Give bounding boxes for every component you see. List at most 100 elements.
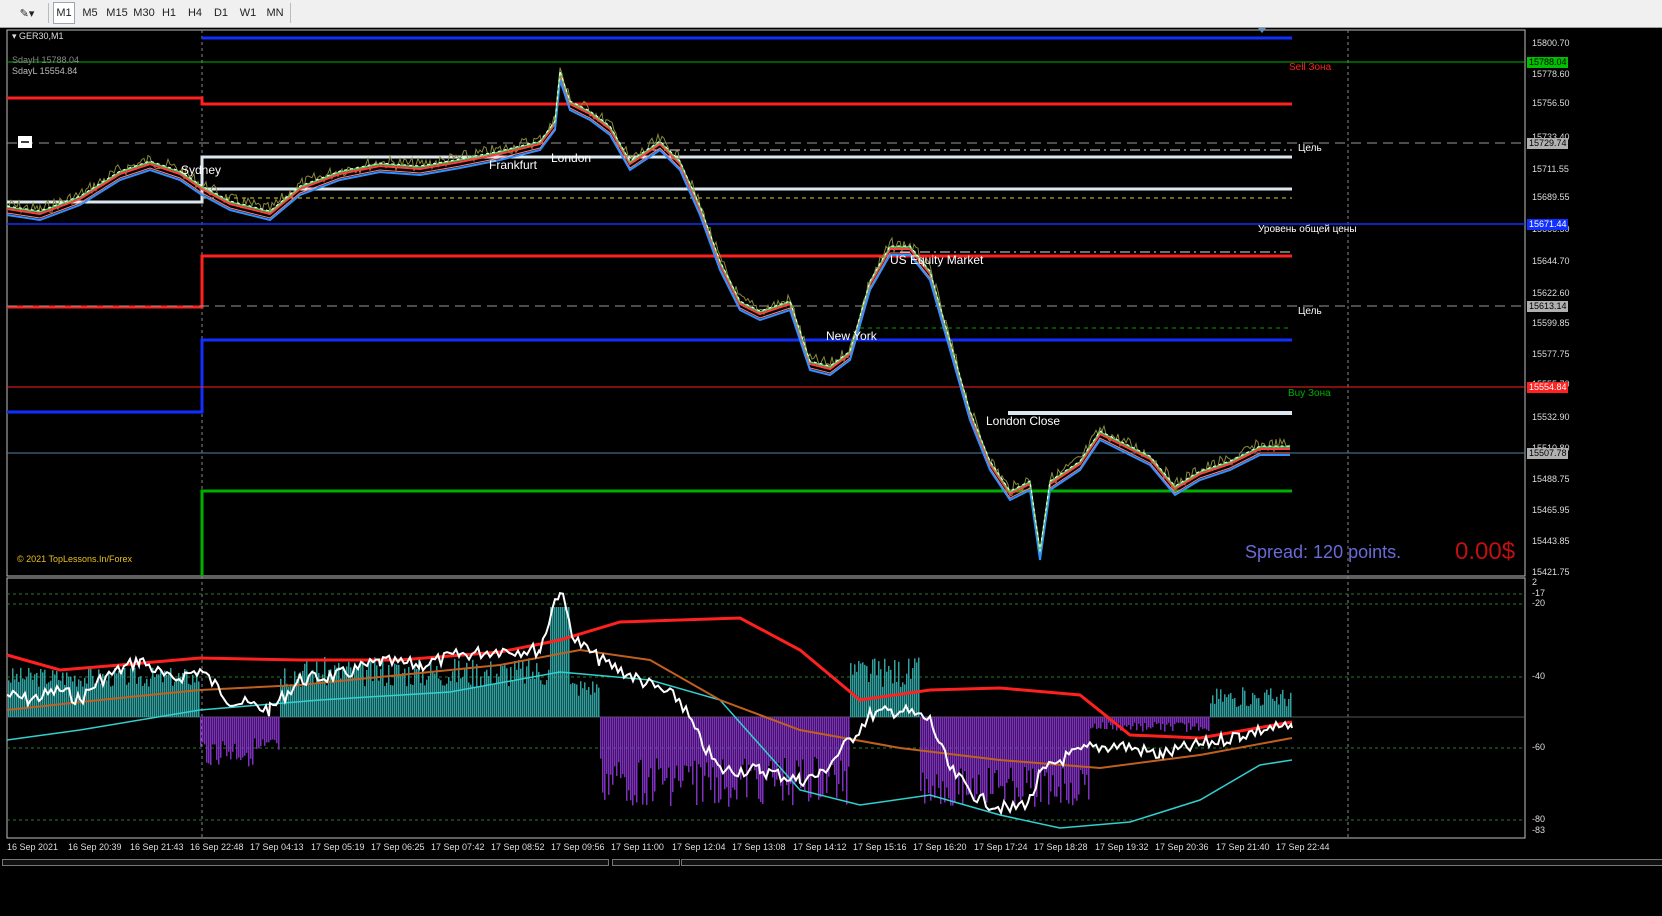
histogram-bar (144, 683, 146, 717)
target-label-mid: Цель (1298, 306, 1322, 317)
histogram-bar (420, 682, 422, 717)
histogram-bar (1058, 717, 1060, 787)
histogram-bar (210, 717, 212, 766)
histogram-bar (260, 717, 262, 747)
histogram-bar (882, 686, 884, 717)
chart-tab-bar-right[interactable] (681, 859, 1662, 866)
histogram-bar (812, 717, 814, 776)
chart-tab-bar[interactable] (2, 859, 609, 866)
histogram-bar (770, 717, 772, 762)
histogram-bar (960, 717, 962, 769)
histogram-bar (248, 717, 250, 767)
histogram-bar (1140, 717, 1142, 727)
price-tick-label: 15599.85 (1532, 318, 1570, 328)
histogram-bar (1090, 717, 1092, 729)
histogram-bar (244, 717, 246, 756)
histogram-bar (642, 717, 644, 805)
histogram-bar (1206, 717, 1208, 730)
histogram-bar (294, 671, 296, 717)
histogram-bar (1096, 717, 1098, 730)
histogram-bar (842, 717, 844, 792)
histogram-bar (664, 717, 666, 781)
histogram-bar (1074, 717, 1076, 799)
spread-text: Spread: 120 points. (1245, 542, 1402, 562)
histogram-bar (618, 717, 620, 763)
histogram-bar (1076, 717, 1078, 801)
histogram-bar (496, 673, 498, 717)
histogram-bar (374, 657, 376, 717)
histogram-bar (1284, 698, 1286, 717)
histogram-bar (1012, 717, 1014, 782)
histogram-bar (1126, 717, 1128, 727)
session-frankfurt: Frankfurt (489, 158, 538, 172)
histogram-bar (594, 692, 596, 717)
histogram-bar (444, 685, 446, 717)
histogram-bar (1238, 706, 1240, 717)
histogram-bar (132, 668, 134, 717)
histogram-bar (146, 678, 148, 717)
histogram-bar (410, 684, 412, 717)
price-chart[interactable] (0, 0, 1662, 916)
histogram-bar (136, 683, 138, 717)
histogram-bar (936, 717, 938, 775)
histogram-bar (718, 717, 720, 803)
histogram-bar (118, 670, 120, 717)
histogram-bar (174, 681, 176, 717)
histogram-bar (108, 671, 110, 717)
histogram-bar (1118, 717, 1120, 724)
price-tick-label: 15778.60 (1532, 69, 1570, 79)
histogram-bar (338, 662, 340, 717)
histogram-bar (142, 685, 144, 717)
histogram-bar (1228, 694, 1230, 717)
histogram-bar (564, 607, 566, 717)
histogram-bar (582, 688, 584, 717)
histogram-bar (592, 681, 594, 717)
histogram-bar (46, 683, 48, 717)
histogram-bar (50, 680, 52, 717)
histogram-bar (1004, 717, 1006, 800)
histogram-bar (312, 670, 314, 717)
histogram-bar (878, 661, 880, 717)
histogram-bar (214, 717, 216, 745)
histogram-bar (1002, 717, 1004, 787)
histogram-bar (326, 685, 328, 717)
histogram-bar (114, 668, 116, 717)
histogram-bar (530, 678, 532, 717)
histogram-bar (222, 717, 224, 742)
histogram-bar (596, 684, 598, 717)
histogram-bar (964, 717, 966, 772)
histogram-bar (1266, 689, 1268, 717)
histogram-bar (904, 684, 906, 717)
histogram-bar (1240, 704, 1242, 717)
histogram-bar (218, 717, 220, 765)
histogram-bar (578, 695, 580, 717)
histogram-bar (626, 717, 628, 801)
histogram-bar (8, 680, 10, 717)
histogram-bar (274, 717, 276, 741)
histogram-bar (88, 668, 90, 717)
histogram-bar (430, 661, 432, 717)
histogram-bar (940, 717, 942, 804)
session-us-equity: US Equity Market (890, 253, 984, 267)
histogram-bar (806, 717, 808, 779)
chart-tab-small[interactable] (612, 859, 680, 866)
histogram-bar (1102, 717, 1104, 723)
histogram-bar (1262, 704, 1264, 717)
histogram-bar (532, 671, 534, 717)
histogram-bar (978, 717, 980, 775)
histogram-bar (376, 665, 378, 717)
histogram-bar (356, 667, 358, 717)
histogram-bar (688, 717, 690, 773)
price-tick-label: 15577.75 (1532, 349, 1570, 359)
histogram-bar (1150, 717, 1152, 729)
target-label-top: Цель (1298, 143, 1322, 154)
histogram-bar (762, 717, 764, 805)
price-tick-label: 15443.85 (1532, 536, 1570, 546)
histogram-bar (634, 717, 636, 796)
histogram-bar (640, 717, 642, 760)
histogram-bar (572, 682, 574, 717)
histogram-bar (974, 717, 976, 800)
histogram-bar (1080, 717, 1082, 771)
histogram-bar (290, 684, 292, 717)
time-tick-label: 17 Sep 21:40 (1216, 842, 1270, 852)
